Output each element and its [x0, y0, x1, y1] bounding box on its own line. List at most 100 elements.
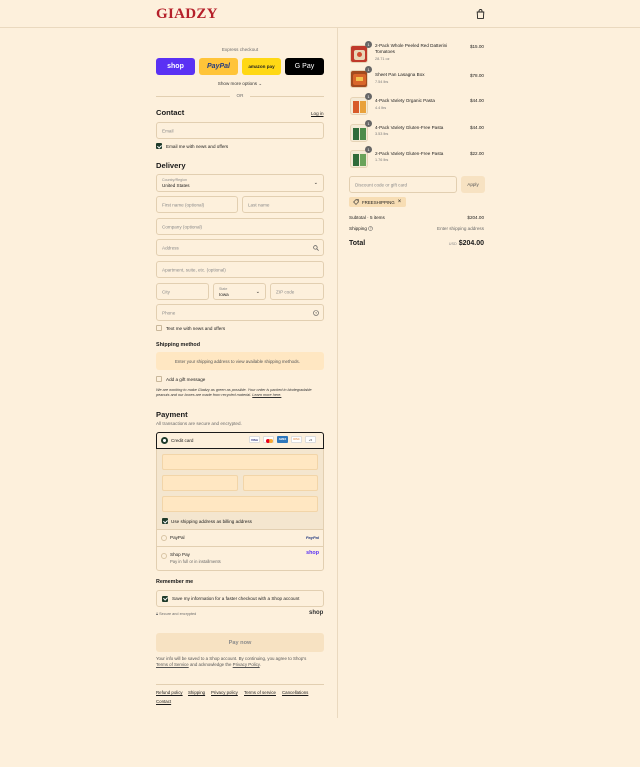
product-thumbnail: [350, 97, 368, 115]
product-weight: 28.71 oz: [375, 57, 390, 61]
total-value: USD $204.00: [448, 240, 484, 247]
login-link[interactable]: Log in: [311, 111, 324, 116]
or-divider-left: [156, 96, 230, 97]
subtotal-value: $204.00: [467, 215, 484, 220]
phone-field[interactable]: Phone ?: [156, 304, 324, 321]
shipping-method-heading: Shipping method: [156, 342, 201, 348]
shop-pay-option[interactable]: Shop Pay Pay in full or in installments …: [157, 546, 323, 570]
card-number-field[interactable]: [162, 454, 318, 470]
discount-code-field[interactable]: Discount code or gift card: [349, 176, 457, 193]
shop-legal-text: Your info will be saved to a Shop accoun…: [156, 656, 307, 667]
shipping-link[interactable]: Shipping: [188, 690, 205, 695]
last-name-field[interactable]: Last name: [242, 196, 324, 213]
amazon-pay-express-button[interactable]: amazon pay: [242, 58, 281, 75]
giadzy-logo[interactable]: GIADZY: [156, 6, 218, 23]
eco-packaging-note: We are working to make Giadzy as green a…: [156, 388, 312, 398]
gift-message-checkbox[interactable]: [156, 376, 162, 382]
shop-pay-express-button[interactable]: shop: [156, 58, 195, 75]
shop-pay-radio[interactable]: [161, 553, 167, 559]
address-field[interactable]: Address: [156, 239, 324, 256]
shipping-method-notice: Enter your shipping address to view avai…: [156, 352, 324, 370]
payment-heading: Payment: [156, 410, 188, 419]
terms-of-service-link[interactable]: Terms of Service: [156, 662, 189, 667]
or-label: OR: [236, 93, 244, 98]
text-news-checkbox[interactable]: [156, 325, 162, 331]
company-field[interactable]: Company (optional): [156, 218, 324, 235]
zip-field[interactable]: ZIP code: [270, 283, 324, 300]
email-news-label: Email me with news and offers: [166, 144, 229, 149]
secure-note: 🔒︎ Secure and encrypted: [156, 612, 197, 616]
quantity-badge: 1: [365, 146, 372, 153]
total-label: Total: [349, 240, 366, 247]
contact-heading: Contact: [156, 108, 185, 117]
product-name: 4-Pack Variety Organic Pasta: [375, 98, 435, 103]
product-name: Sheet Pan Lasagna Box: [375, 72, 425, 77]
learn-more-link[interactable]: Learn more here.: [252, 393, 281, 397]
first-name-field[interactable]: First name (optional): [156, 196, 238, 213]
billing-same-checkbox[interactable]: [162, 518, 168, 524]
product-weight: 3.53 lbs: [375, 132, 389, 136]
shop-logo: shop: [309, 610, 324, 616]
email-news-checkbox[interactable]: [156, 143, 162, 149]
name-on-card-field[interactable]: [162, 496, 318, 512]
card-security-code-field[interactable]: [243, 475, 318, 491]
city-field[interactable]: City: [156, 283, 209, 300]
product-thumbnail: [350, 70, 368, 88]
product-price: $22.00: [469, 151, 484, 156]
quantity-badge: 1: [365, 66, 372, 73]
google-pay-express-button[interactable]: G Pay: [285, 58, 324, 75]
shopping-bag-icon[interactable]: [476, 9, 485, 19]
express-checkout-title: Express checkout: [221, 47, 259, 52]
product-price: $44.00: [469, 125, 484, 130]
cancellations-link[interactable]: Cancellations: [282, 690, 308, 695]
pay-now-button[interactable]: Pay now: [156, 633, 324, 652]
email-field[interactable]: Email: [156, 122, 324, 139]
currency-code: USD: [448, 242, 457, 246]
country-select[interactable]: Country/Region United States ⌄: [156, 174, 324, 192]
refund-policy-link[interactable]: Refund policy: [156, 690, 183, 695]
apartment-field[interactable]: Apartment, suite, etc. (optional): [156, 261, 324, 278]
payment-subtitle: All transactions are secure and encrypte…: [156, 421, 242, 426]
show-more-options-link[interactable]: Show more options ⌄: [156, 81, 324, 87]
chevron-down-icon: ⌄: [258, 81, 263, 86]
visa-icon: VISA: [249, 436, 260, 443]
amex-icon: AMEX: [277, 436, 288, 443]
svg-text:?: ?: [370, 227, 372, 231]
chevron-down-icon: ⌄: [313, 180, 318, 186]
lock-icon: 🔒︎: [156, 612, 159, 616]
paypal-express-button[interactable]: PayPal: [199, 58, 238, 75]
paypal-radio[interactable]: [161, 535, 167, 541]
product-thumbnail: [350, 45, 368, 63]
apply-discount-button[interactable]: Apply: [461, 176, 485, 193]
terms-of-service-footer-link[interactable]: Terms of service: [244, 690, 276, 695]
save-info-checkbox[interactable]: [162, 595, 168, 602]
discount-tag: FREESHIPPING ×: [349, 197, 407, 207]
quantity-badge: 1: [365, 93, 372, 100]
credit-card-radio[interactable]: [161, 437, 168, 444]
privacy-policy-footer-link[interactable]: Privacy policy: [211, 690, 238, 695]
paypal-option[interactable]: PayPal PayPal: [157, 529, 323, 546]
text-news-label: Text me with news and offers: [166, 326, 226, 331]
product-weight: 1.76 lbs: [375, 158, 389, 162]
product-price: $15.00: [469, 44, 484, 49]
delivery-heading: Delivery: [156, 161, 186, 170]
product-name: 2-Pack Whole Peeled Red Datterini Tomato…: [375, 43, 448, 55]
privacy-policy-link[interactable]: Privacy Policy: [233, 662, 260, 667]
card-expiry-field[interactable]: [162, 475, 238, 491]
subtotal-label: Subtotal · 5 items: [349, 215, 385, 220]
help-icon[interactable]: ?: [368, 226, 374, 231]
shop-pay-logo: shop: [306, 550, 319, 556]
remember-me-box: Save my information for a faster checkou…: [156, 590, 324, 607]
product-price: $44.00: [469, 98, 484, 103]
state-select[interactable]: State Iowa ⌄: [213, 283, 266, 300]
product-weight: 4.4 lbs: [375, 106, 387, 110]
search-icon: [313, 245, 319, 251]
product-thumbnail: [350, 124, 368, 142]
more-cards-badge: +5: [305, 436, 316, 443]
help-icon[interactable]: ?: [313, 310, 319, 316]
product-price: $78.00: [469, 73, 484, 78]
save-info-label: Save my information for a faster checkou…: [172, 596, 300, 601]
or-divider-right: [250, 96, 324, 97]
contact-link[interactable]: Contact: [156, 699, 171, 704]
remove-discount-icon[interactable]: ×: [398, 199, 402, 205]
